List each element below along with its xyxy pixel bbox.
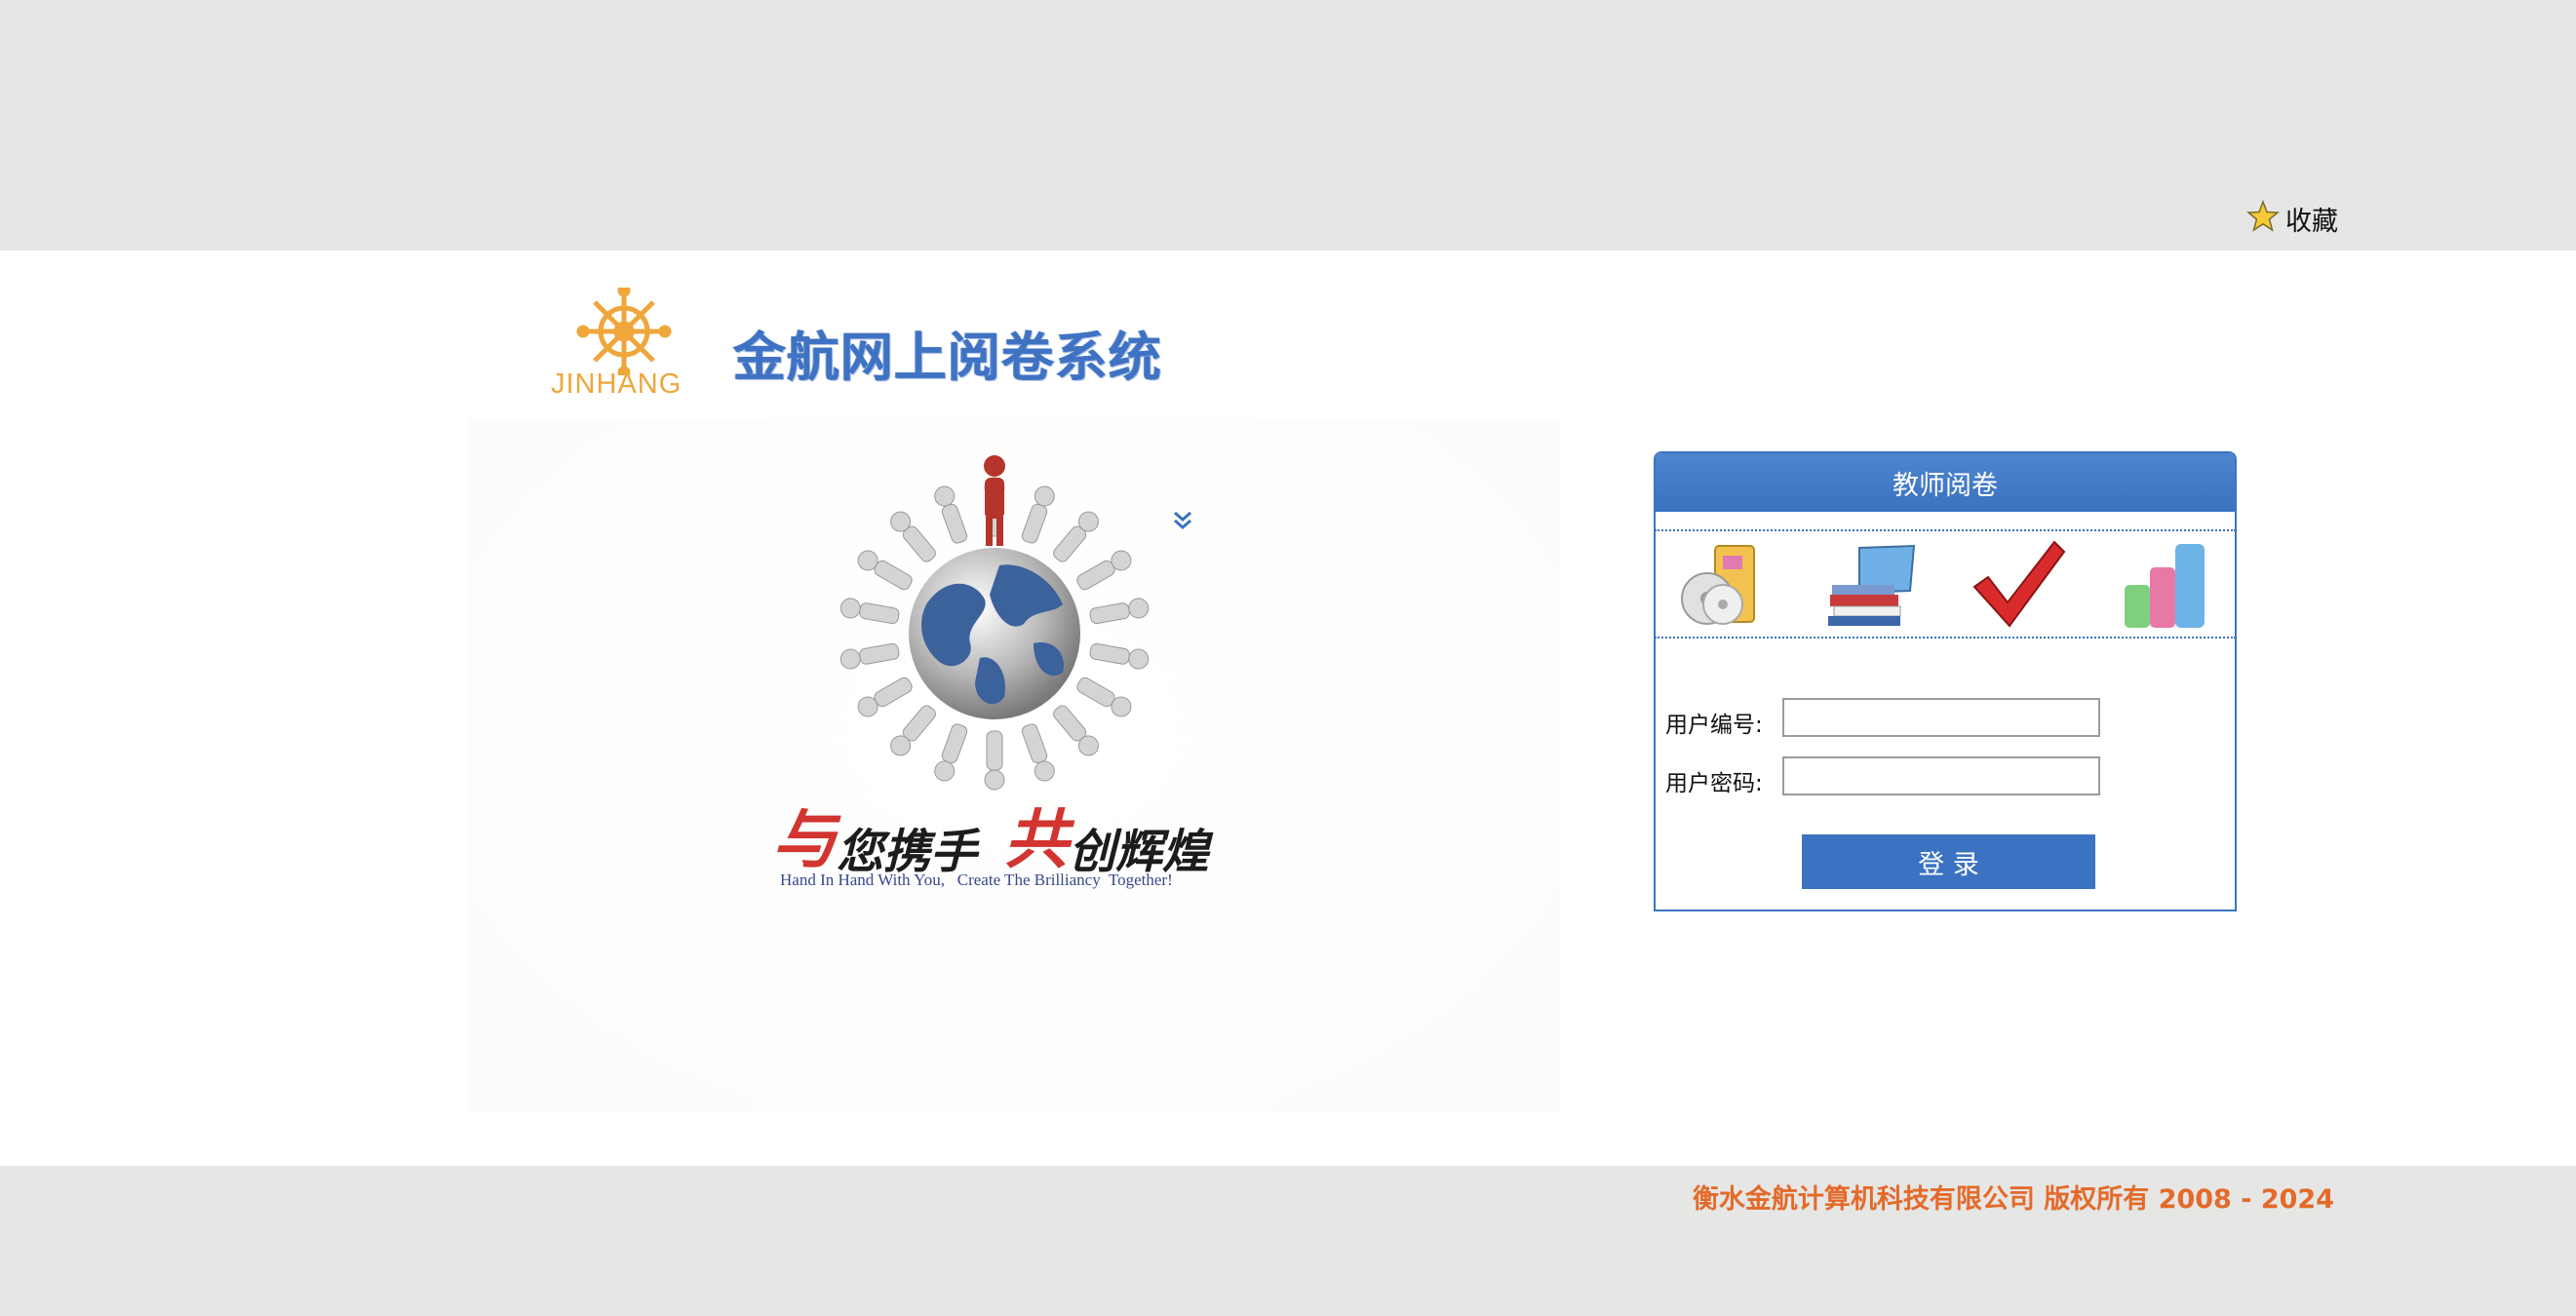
slogan-red-2: 共	[1004, 801, 1070, 877]
feature-icons	[1672, 536, 2218, 634]
favorite-label: 收藏	[2285, 206, 2338, 237]
copyright-text: 衡水金航计算机科技有限公司 版权所有 2008 - 2024	[1692, 1184, 2334, 1215]
favorite-link[interactable]: 收藏	[2246, 199, 2338, 238]
slogan-en: Hand In Hand With You, Create The Brilli…	[780, 871, 1173, 889]
star-icon	[2246, 199, 2280, 237]
password-input[interactable]	[1782, 756, 2100, 795]
user-id-input[interactable]	[1782, 698, 2100, 737]
logo-text: JINHANG	[551, 368, 683, 400]
books-laptop-icon	[1820, 536, 1922, 634]
system-title: 金航网上阅卷系统	[733, 327, 1162, 388]
user-id-label: 用户编号:	[1665, 713, 1763, 738]
slogan-cn: 与 您携手 共 创辉煌	[772, 788, 1209, 881]
login-title: 教师阅卷	[1656, 453, 2235, 512]
checkmark-icon	[1969, 536, 2070, 634]
bar-chart-icon	[2117, 536, 2218, 634]
slogan-red-1: 与	[772, 801, 837, 877]
disc-book-icon	[1672, 536, 1774, 634]
divider-bottom	[1655, 637, 2236, 639]
divider-top	[1655, 529, 2236, 531]
globe-people-illustration	[819, 444, 1170, 794]
password-label: 用户密码:	[1665, 771, 1763, 796]
login-button[interactable]: 登 录	[1802, 834, 2095, 889]
chevron-double-down-icon	[1170, 508, 1195, 533]
top-banner	[0, 0, 2576, 251]
